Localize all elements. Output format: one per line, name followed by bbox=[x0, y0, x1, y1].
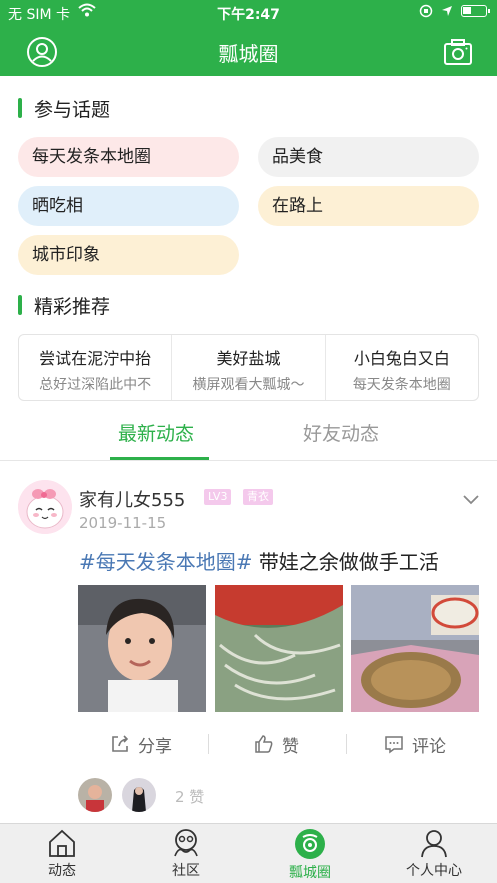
topic-chip[interactable]: 晒吃相 bbox=[18, 186, 239, 226]
recommend-subtitle: 每天发条本地圈 bbox=[352, 377, 451, 393]
recommend-list: 尝试在泥泞中抬 总好过深陷此中不 美好盐城 横屏观看大瓢城～ 小白兔白又白 每天… bbox=[18, 334, 479, 401]
level-badge: LV3 bbox=[204, 489, 232, 505]
tab-feed[interactable]: 动态 bbox=[17, 828, 107, 880]
recommend-item[interactable]: 美好盐城 横屏观看大瓢城～ bbox=[172, 335, 326, 400]
location-icon bbox=[442, 6, 452, 16]
topics-heading: 参与话题 bbox=[18, 97, 111, 121]
liker-photo bbox=[78, 778, 112, 812]
recommend-heading: 精彩推荐 bbox=[18, 294, 111, 318]
recommend-subtitle: 总好过深陷此中不 bbox=[39, 377, 152, 393]
share-label: 分享 bbox=[138, 736, 172, 757]
recommend-heading-label: 精彩推荐 bbox=[34, 295, 111, 318]
person-icon bbox=[421, 830, 447, 858]
post-photo[interactable] bbox=[351, 585, 479, 712]
topic-chip[interactable]: 每天发条本地圈 bbox=[18, 137, 239, 177]
like-label: 赞 bbox=[282, 736, 299, 757]
status-right-icons bbox=[419, 4, 490, 18]
like-count: 2 赞 bbox=[175, 788, 205, 806]
action-divider bbox=[346, 734, 347, 754]
circle-camera-icon bbox=[295, 829, 325, 859]
recommend-title: 小白兔白又白 bbox=[353, 349, 450, 368]
post-photo[interactable] bbox=[215, 585, 343, 712]
status-bar: 无 SIM 卡 下午2:47 bbox=[0, 0, 497, 26]
divider bbox=[0, 460, 497, 461]
tab-profile[interactable]: 个人中心 bbox=[389, 828, 479, 880]
cartoon-avatar-icon bbox=[18, 480, 72, 534]
photo-materials bbox=[351, 585, 479, 712]
topics-heading-label: 参与话题 bbox=[34, 98, 111, 121]
heading-accent-bar bbox=[18, 295, 22, 315]
post-hashtag[interactable]: #每天发条本地圈# bbox=[79, 550, 253, 574]
comment-button[interactable]: 评论 bbox=[384, 728, 446, 760]
tab-profile-label: 个人中心 bbox=[406, 863, 462, 879]
bottom-tab-bar: 动态 社区 瓢城圈 个人中心 bbox=[0, 823, 497, 883]
top-bar: 无 SIM 卡 下午2:47 瓢城圈 bbox=[0, 0, 497, 76]
comment-icon bbox=[385, 736, 403, 754]
community-icon bbox=[174, 829, 198, 857]
recommend-item[interactable]: 尝试在泥泞中抬 总好过深陷此中不 bbox=[19, 335, 173, 400]
page-title: 瓢城圈 bbox=[218, 42, 279, 66]
post-date: 2019-11-15 bbox=[79, 514, 167, 532]
liker-avatars bbox=[78, 778, 156, 812]
action-divider bbox=[208, 734, 209, 754]
photo-child bbox=[78, 585, 206, 712]
heading-accent-bar bbox=[18, 98, 22, 118]
post-actions: 分享 赞 评论 bbox=[78, 728, 478, 760]
recommend-title: 美好盐城 bbox=[216, 349, 281, 368]
comment-label: 评论 bbox=[412, 736, 446, 757]
topic-chip[interactable]: 在路上 bbox=[258, 186, 479, 226]
recommend-subtitle: 横屏观看大瓢城～ bbox=[192, 377, 305, 393]
liker-avatar[interactable] bbox=[78, 778, 112, 812]
photo-beads bbox=[215, 585, 343, 712]
like-button[interactable]: 赞 bbox=[254, 728, 299, 760]
home-icon bbox=[49, 829, 75, 857]
camera-icon[interactable] bbox=[443, 37, 473, 67]
liker-photo bbox=[122, 778, 156, 812]
tab-circle[interactable]: 瓢城圈 bbox=[265, 828, 355, 882]
post-photo[interactable] bbox=[78, 585, 206, 712]
share-button[interactable]: 分享 bbox=[110, 728, 172, 760]
tab-latest[interactable]: 最新动态 bbox=[118, 419, 194, 446]
role-badge: 青衣 bbox=[243, 489, 273, 505]
orientation-lock-icon bbox=[419, 4, 433, 18]
topic-chip[interactable]: 城市印象 bbox=[18, 235, 239, 275]
recommend-item[interactable]: 小白兔白又白 每天发条本地圈 bbox=[326, 335, 478, 400]
tab-friends[interactable]: 好友动态 bbox=[303, 419, 379, 446]
share-icon bbox=[112, 735, 129, 752]
battery-icon bbox=[461, 5, 490, 17]
tab-community-label: 社区 bbox=[172, 863, 200, 879]
thumbs-up-icon bbox=[255, 735, 273, 753]
post-body: 带娃之余做做手工活 bbox=[252, 550, 439, 574]
avatar[interactable] bbox=[18, 480, 72, 534]
liker-avatar[interactable] bbox=[122, 778, 156, 812]
tab-community[interactable]: 社区 bbox=[141, 828, 231, 880]
post-username[interactable]: 家有儿女555 bbox=[79, 486, 185, 512]
tab-feed-label: 动态 bbox=[48, 863, 76, 879]
tab-circle-label: 瓢城圈 bbox=[289, 865, 331, 881]
recommend-title: 尝试在泥泞中抬 bbox=[39, 349, 152, 368]
topic-chip[interactable]: 品美食 bbox=[258, 137, 479, 177]
post-content: #每天发条本地圈# 带娃之余做做手工活 bbox=[79, 546, 439, 575]
chevron-down-icon[interactable] bbox=[462, 492, 480, 506]
